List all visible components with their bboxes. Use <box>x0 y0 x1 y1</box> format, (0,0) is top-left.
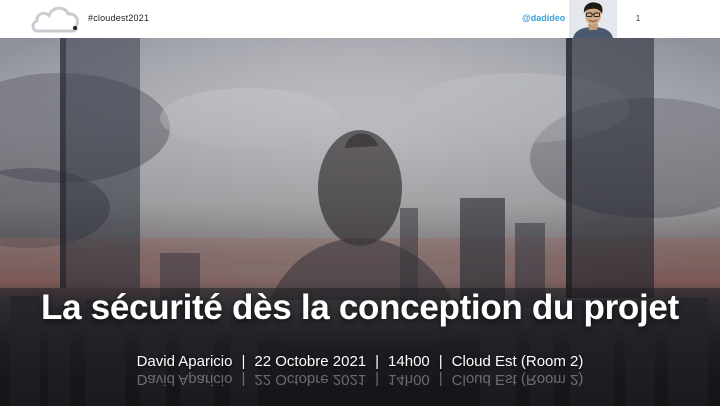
talk-time: 14h00 <box>388 353 430 370</box>
talk-room-reflection: Cloud Est (Room 2) <box>451 371 584 388</box>
separator: | <box>375 353 380 370</box>
twitter-handle[interactable]: @dadideo <box>522 13 565 23</box>
separator: | <box>241 371 246 388</box>
speaker-name: David Aparicio <box>136 353 233 370</box>
slide-meta-reflection: David Aparicio | 22 Octobre 2021 | 14h00 | Clo… <box>0 371 720 388</box>
slide-number: 1 <box>635 14 641 23</box>
separator: | <box>375 371 380 388</box>
avatar <box>569 0 617 38</box>
hero-background <box>0 38 720 406</box>
separator: | <box>241 353 246 370</box>
speaker-name-reflection: David Aparicio <box>136 371 233 388</box>
separator: | <box>438 371 443 388</box>
separator: | <box>438 353 443 370</box>
event-hashtag: #cloudest2021 <box>88 13 150 23</box>
talk-date-reflection: 22 Octobre 2021 <box>254 371 367 388</box>
cloud-logo-icon <box>31 6 80 33</box>
slide-title: La sécurité dès la conception du projet <box>41 288 679 327</box>
talk-time-reflection: 14h00 <box>388 371 430 388</box>
talk-date: 22 Octobre 2021 <box>254 353 367 370</box>
talk-room: Cloud Est (Room 2) <box>451 353 584 370</box>
slide-meta: David Aparicio | 22 Octobre 2021 | 14h00 | Clo… <box>0 353 720 370</box>
city-skyline-image <box>0 38 720 406</box>
top-bar: #cloudest2021 @dadideo 1 <box>0 0 720 38</box>
